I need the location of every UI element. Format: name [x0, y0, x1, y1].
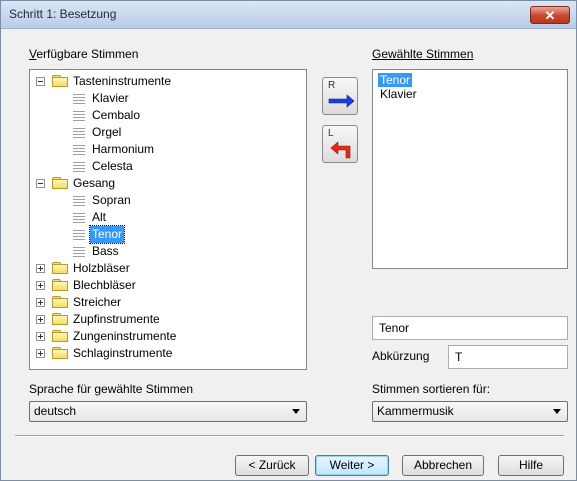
- title-bar: Schritt 1: Besetzung ✕: [1, 1, 576, 29]
- selected-voices-list[interactable]: Tenor Klavier: [372, 69, 568, 269]
- tree-item[interactable]: Klavier: [30, 90, 300, 107]
- abbreviation-label: Abkürzung: [372, 349, 430, 363]
- tree-item-label: Cembalo: [92, 108, 141, 122]
- selected-voices-label-text: Gewählte Stimmen: [372, 47, 474, 61]
- document-lines-icon: [73, 145, 85, 155]
- remove-voice-button[interactable]: L: [322, 125, 358, 163]
- tree-item[interactable]: Alt: [30, 209, 300, 226]
- arrow-return-left-icon: [330, 141, 351, 159]
- tree-item[interactable]: Orgel: [30, 124, 300, 141]
- dialog-window: Schritt 1: Besetzung ✕ Verfügbare Stimme…: [0, 0, 577, 481]
- document-lines-icon: [73, 230, 85, 240]
- back-button[interactable]: < Zurück: [235, 455, 309, 476]
- sort-label: Stimmen sortieren für:: [372, 382, 491, 396]
- expand-icon[interactable]: [36, 349, 45, 358]
- tree-group[interactable]: Gesang: [30, 175, 300, 192]
- folder-icon: [52, 262, 68, 274]
- list-item[interactable]: Klavier: [380, 87, 417, 101]
- folder-icon: [52, 296, 68, 308]
- tree-item[interactable]: Tenor: [30, 225, 300, 244]
- tree-item-label: Klavier: [92, 91, 129, 105]
- document-lines-icon: [73, 196, 85, 206]
- tree-group[interactable]: Zupfinstrumente: [30, 311, 300, 328]
- tree-group[interactable]: Streicher: [30, 294, 300, 311]
- tree-item[interactable]: Sopran: [30, 192, 300, 209]
- available-voices-tree[interactable]: Tasteninstrumente Klavier Cembalo Orgel Harm…: [29, 69, 307, 370]
- tree-group-label: Blechbläser: [73, 278, 136, 292]
- next-button[interactable]: Weiter >: [315, 455, 389, 476]
- tree-group[interactable]: Blechbläser: [30, 277, 300, 294]
- document-lines-icon: [73, 128, 85, 138]
- tree-item[interactable]: Harmonium: [30, 141, 300, 158]
- tree-item-label: Sopran: [92, 193, 131, 207]
- tree-item-label: Alt: [92, 210, 107, 224]
- folder-icon: [52, 279, 68, 291]
- chevron-down-icon: [292, 409, 300, 414]
- collapse-icon[interactable]: [36, 77, 45, 86]
- selected-voices-label: Gewählte Stimmen: [372, 47, 473, 61]
- folder-icon: [52, 313, 68, 325]
- language-dropdown-value: deutsch: [34, 404, 77, 418]
- document-lines-icon: [73, 111, 85, 121]
- document-lines-icon: [73, 247, 85, 257]
- folder-icon: [52, 330, 68, 342]
- abbreviation-input[interactable]: T: [448, 345, 568, 369]
- list-item-label: Klavier: [380, 87, 417, 101]
- expand-icon[interactable]: [36, 332, 45, 341]
- tree-item[interactable]: Celesta: [30, 158, 300, 175]
- tree-group-label: Holzbläser: [73, 261, 130, 275]
- folder-icon: [52, 75, 68, 87]
- tree-item[interactable]: Cembalo: [30, 107, 300, 124]
- expand-icon[interactable]: [36, 281, 45, 290]
- tree-group-label: Streicher: [73, 295, 122, 309]
- tree-group-label: Gesang: [73, 176, 116, 190]
- tree-item-label: Celesta: [92, 159, 133, 173]
- folder-icon: [52, 177, 68, 189]
- document-lines-icon: [73, 162, 85, 172]
- tree-group[interactable]: Schlaginstrumente: [30, 345, 300, 362]
- cancel-button[interactable]: Abbrechen: [402, 455, 484, 476]
- chevron-down-icon: [553, 409, 561, 414]
- document-lines-icon: [73, 94, 85, 104]
- language-label: Sprache für gewählte Stimmen: [29, 382, 194, 396]
- tree-group-label: Zupfinstrumente: [73, 312, 160, 326]
- divider: [15, 435, 564, 437]
- sort-dropdown-value: Kammermusik: [377, 404, 454, 418]
- help-button[interactable]: Hilfe: [498, 455, 564, 476]
- folder-icon: [52, 347, 68, 359]
- arrow-right-icon: [328, 94, 355, 108]
- tree-group[interactable]: Holzbläser: [30, 260, 300, 277]
- close-button[interactable]: ✕: [530, 6, 570, 24]
- list-item[interactable]: Tenor: [378, 73, 413, 87]
- tree-item-label: Harmonium: [92, 142, 155, 156]
- collapse-icon[interactable]: [36, 179, 45, 188]
- expand-icon[interactable]: [36, 264, 45, 273]
- tree-item-label: Tenor: [88, 225, 126, 244]
- selected-list-item-label: Tenor: [378, 73, 413, 87]
- tree-item-label: Orgel: [92, 125, 122, 139]
- tree-group[interactable]: Tasteninstrumente: [30, 73, 300, 90]
- sort-dropdown[interactable]: Kammermusik: [372, 401, 568, 422]
- available-voices-label: Verfügbare Stimmen: [29, 47, 138, 61]
- expand-icon[interactable]: [36, 315, 45, 324]
- tree-group-label: Tasteninstrumente: [73, 74, 172, 88]
- tree-group-label: Zungeninstrumente: [73, 329, 177, 343]
- tree-item[interactable]: Bass: [30, 243, 300, 260]
- voice-name-input[interactable]: Tenor: [372, 316, 568, 340]
- tree-group-label: Schlaginstrumente: [73, 346, 173, 360]
- expand-icon[interactable]: [36, 298, 45, 307]
- tree-item-label: Bass: [92, 244, 119, 258]
- add-voice-button[interactable]: R: [322, 77, 358, 115]
- language-dropdown[interactable]: deutsch: [29, 401, 307, 422]
- document-lines-icon: [73, 213, 85, 223]
- available-voices-label-rest: erfügbare Stimmen: [36, 47, 139, 61]
- window-title: Schritt 1: Besetzung: [9, 7, 117, 21]
- tree-group[interactable]: Zungeninstrumente: [30, 328, 300, 345]
